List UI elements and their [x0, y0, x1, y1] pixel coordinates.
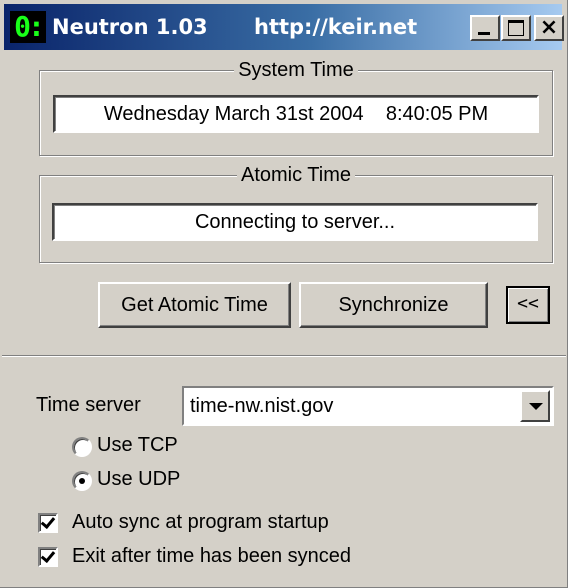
system-time-display: Wednesday March 31st 2004 8:40:05 PM	[53, 95, 539, 133]
get-atomic-time-button[interactable]: Get Atomic Time	[98, 282, 291, 328]
title-url: http://keir.net	[254, 15, 418, 39]
system-time-label: System Time	[234, 59, 358, 81]
atomic-time-label: Atomic Time	[236, 164, 356, 186]
use-udp-radio[interactable]	[72, 471, 92, 491]
minimize-button[interactable]	[470, 15, 500, 41]
close-icon: ×	[539, 15, 559, 40]
maximize-button[interactable]	[501, 15, 531, 41]
time-server-value: time-nw.nist.gov	[190, 395, 334, 417]
separator	[2, 355, 566, 357]
auto-sync-label[interactable]: Auto sync at program startup	[72, 511, 329, 534]
close-button[interactable]: ×	[534, 15, 564, 41]
use-udp-label[interactable]: Use UDP	[97, 468, 180, 491]
exit-after-sync-checkbox[interactable]	[38, 547, 58, 567]
title-bar[interactable]: 0: Neutron 1.03 http://keir.net ×	[4, 4, 564, 50]
system-time-group: System Time Wednesday March 31st 2004 8:…	[39, 59, 553, 156]
collapse-button[interactable]: <<	[506, 286, 550, 324]
synchronize-button[interactable]: Synchronize	[299, 282, 488, 328]
atomic-time-group: Atomic Time Connecting to server...	[39, 164, 553, 263]
use-tcp-radio[interactable]	[72, 437, 92, 457]
app-logo-icon: 0:	[10, 11, 46, 43]
app-title: Neutron 1.03	[52, 15, 208, 39]
dropdown-arrow-icon[interactable]	[520, 390, 550, 422]
atomic-time-display: Connecting to server...	[52, 203, 538, 241]
auto-sync-checkbox[interactable]	[38, 513, 58, 533]
time-server-label: Time server	[36, 394, 141, 416]
exit-after-sync-label[interactable]: Exit after time has been synced	[72, 545, 351, 568]
time-server-select[interactable]: time-nw.nist.gov	[182, 386, 554, 426]
neutron-window: 0: Neutron 1.03 http://keir.net × System…	[0, 0, 568, 588]
use-tcp-label[interactable]: Use TCP	[97, 434, 178, 457]
